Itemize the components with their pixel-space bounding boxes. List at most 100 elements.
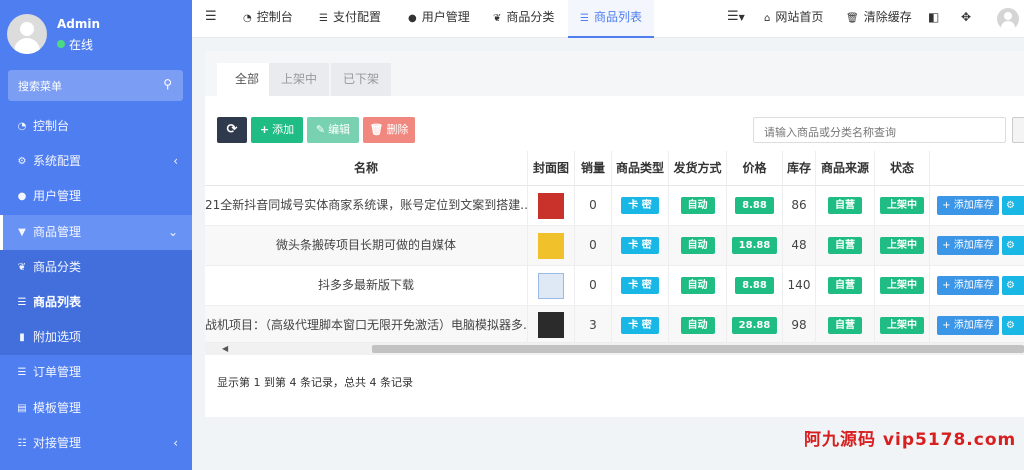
scroll-left-icon[interactable]: ◀: [222, 343, 228, 355]
sidebar-item-orders[interactable]: ☰ 订单管理: [0, 355, 192, 390]
scrollbar-thumb[interactable]: [372, 345, 1024, 353]
product-name[interactable]: 战机项目：（高级代理脚本窗口无限开免激活）电脑模拟器多...: [205, 306, 528, 345]
delivery-cell: 自动: [669, 186, 727, 225]
add-stock-button[interactable]: + 添加库存: [937, 196, 999, 215]
plus-icon: +: [259, 123, 270, 136]
sidebar-item-integration[interactable]: ☷ 对接管理 ‹: [0, 426, 192, 461]
col-status[interactable]: 状态: [875, 151, 930, 186]
table-row[interactable]: 抖多多最新版下载 0 卡 密 自动 8.88 140 自营 上架中 + 添加库存…: [205, 266, 1024, 306]
tab-on-sale[interactable]: 上架中: [269, 63, 329, 96]
stock-count: 98: [783, 306, 816, 345]
table-row[interactable]: 微头条搬砖项目长期可做的自媒体 0 卡 密 自动 18.88 48 自营 上架中…: [205, 226, 1024, 266]
sidebar-item-product-category[interactable]: ❦ 商品分类: [0, 249, 192, 285]
stock-count: 86: [783, 186, 816, 225]
add-stock-button[interactable]: + 添加库存: [937, 316, 999, 335]
sidebar-item-extra-options[interactable]: ▮ 附加选项: [0, 320, 192, 356]
sidebar-item-system-config[interactable]: ⚙ 系统配置 ‹: [0, 144, 192, 179]
source-cell: 自营: [816, 266, 875, 305]
clear-cache-button[interactable]: 🗑 清除缓存: [846, 0, 912, 38]
col-delivery[interactable]: 发货方式: [669, 151, 727, 186]
more-actions-button[interactable]: ⚙: [1002, 276, 1024, 295]
status-badge[interactable]: 上架中: [880, 197, 924, 214]
source-cell: 自营: [816, 306, 875, 345]
sidebar-item-label: 订单管理: [33, 365, 82, 380]
avatar[interactable]: [997, 8, 1019, 30]
edit-button[interactable]: ✎ 编辑: [307, 117, 359, 143]
search-button[interactable]: [1012, 117, 1024, 143]
col-price[interactable]: 价格: [727, 151, 783, 186]
plus-icon: +: [942, 280, 954, 291]
add-stock-label: 添加库存: [953, 320, 994, 331]
plus-icon: +: [942, 200, 954, 211]
status-badge[interactable]: 上架中: [880, 317, 924, 334]
tab-product-category[interactable]: ❦ 商品分类: [493, 0, 554, 38]
user-panel: Admin 在线: [0, 0, 192, 70]
status-badge[interactable]: 上架中: [880, 277, 924, 294]
delete-label: 删除: [386, 123, 409, 136]
avatar[interactable]: [7, 14, 47, 54]
col-source[interactable]: 商品来源: [816, 151, 875, 186]
add-stock-button[interactable]: + 添加库存: [937, 236, 999, 255]
online-status: 在线: [57, 36, 93, 53]
delivery-cell: 自动: [669, 306, 727, 345]
menu-toggle-icon[interactable]: ☰: [205, 0, 217, 38]
product-name[interactable]: 微头条搬砖项目长期可做的自媒体: [205, 226, 528, 265]
sidebar-item-label: 对接管理: [33, 435, 82, 450]
tab-label: 支付配置: [332, 10, 381, 24]
col-stock[interactable]: 库存: [783, 151, 816, 186]
search-input[interactable]: 请输入商品或分类名称查询: [753, 117, 1006, 143]
tab-label: 控制台: [256, 10, 293, 24]
refresh-button[interactable]: ⟳: [217, 117, 247, 143]
tab-off-shelf[interactable]: 已下架: [331, 63, 391, 96]
tab-dashboard[interactable]: ◔ 控制台: [243, 0, 293, 38]
menu-search-label: 搜索菜单: [18, 80, 62, 93]
sidebar-item-dashboard[interactable]: ◔ 控制台: [0, 109, 192, 144]
leaf-icon: ❦: [17, 261, 27, 273]
status-badge[interactable]: 上架中: [880, 237, 924, 254]
fullscreen-icon[interactable]: ✥: [961, 0, 971, 38]
watermark: 阿九源码 vip5178.com: [804, 430, 1017, 450]
tab-all[interactable]: 全部: [217, 63, 277, 96]
more-actions-button[interactable]: ⚙: [1002, 236, 1024, 255]
tab-product-list[interactable]: ☰ 商品列表: [568, 0, 654, 38]
tab-users[interactable]: ● 用户管理: [408, 0, 470, 38]
add-button[interactable]: + 添加: [251, 117, 303, 143]
type-badge: 卡 密: [621, 277, 659, 294]
sidebar-item-users[interactable]: ● 用户管理: [0, 179, 192, 214]
delivery-cell: 自动: [669, 226, 727, 265]
price-badge: 18.88: [731, 237, 778, 254]
translate-icon[interactable]: ◧: [928, 0, 939, 38]
more-actions-button[interactable]: ⚙: [1002, 316, 1024, 335]
product-name[interactable]: 21全新抖音同城号实体商家系统课，账号定位到文案到搭建...: [205, 186, 528, 225]
col-sales[interactable]: 销量: [575, 151, 612, 186]
sidebar-item-label: 商品分类: [33, 259, 82, 274]
status-cell: 上架中: [875, 226, 930, 265]
product-name[interactable]: 抖多多最新版下载: [205, 266, 528, 305]
chevron-down-icon: ⌄: [167, 224, 178, 239]
add-stock-button[interactable]: + 添加库存: [937, 276, 999, 295]
chevron-left-icon: ‹: [173, 154, 178, 169]
sidebar-item-templates[interactable]: ▤ 模板管理: [0, 391, 192, 426]
sidebar-item-product-management[interactable]: ▼ 商品管理 ⌄: [0, 214, 192, 250]
col-type[interactable]: 商品类型: [612, 151, 669, 186]
more-actions-button[interactable]: ⚙: [1002, 196, 1024, 215]
table-row[interactable]: 21全新抖音同城号实体商家系统课，账号定位到文案到搭建... 0 卡 密 自动 …: [205, 186, 1024, 226]
col-cover[interactable]: 封面图: [528, 151, 575, 186]
home-link[interactable]: ⌂ 网站首页: [764, 0, 823, 38]
sales-count: 0: [575, 186, 612, 225]
cart-icon: ▼: [18, 226, 26, 238]
tab-payment-config[interactable]: ☰ 支付配置: [319, 0, 381, 38]
cover-thumbnail: [538, 233, 564, 259]
add-stock-label: 添加库存: [953, 280, 994, 291]
search-icon[interactable]: ⚲: [163, 77, 172, 91]
add-stock-label: 添加库存: [953, 240, 994, 251]
menu-search[interactable]: 搜索菜单 ⚲: [8, 70, 183, 101]
col-name[interactable]: 名称: [205, 151, 528, 186]
tab-dropdown-icon[interactable]: ☰▼: [727, 0, 745, 38]
delete-button[interactable]: 🗑 删除: [363, 117, 415, 143]
horizontal-scrollbar[interactable]: ◀: [205, 343, 1024, 355]
table-row[interactable]: 战机项目：（高级代理脚本窗口无限开免激活）电脑模拟器多... 3 卡 密 自动 …: [205, 306, 1024, 345]
cover-thumbnail: [538, 312, 564, 338]
sidebar-item-product-list[interactable]: ☰ 商品列表: [0, 284, 192, 321]
product-list-panel: 全部 上架中 已下架 ⟳ + 添加 ✎ 编辑 🗑 删除 请输入商品或分类名称查询 名称…: [205, 51, 1024, 417]
